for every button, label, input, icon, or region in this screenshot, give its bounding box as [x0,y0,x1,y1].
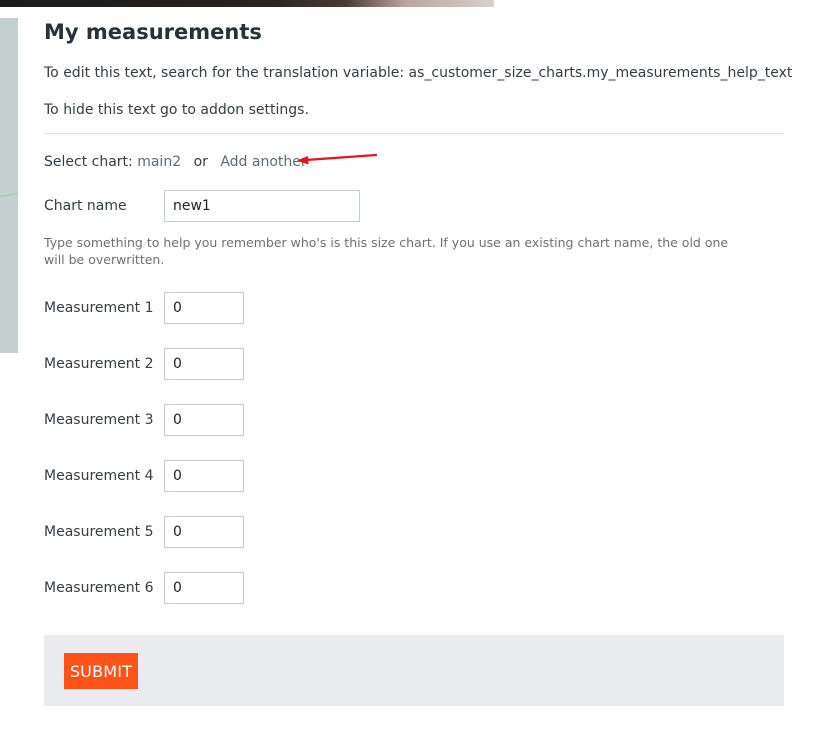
chart-name-hint: Type something to help you remember who'… [44,235,729,267]
submit-bar: SUBMIT [44,635,784,706]
measurement-5-label: Measurement 5 [44,524,154,540]
measurement-2-input[interactable] [164,348,244,380]
measurement-row-1: Measurement 1 [44,292,344,324]
chart-select-row: Select chart: main2 or Add another [44,154,307,170]
measurement-5-input[interactable] [164,516,244,548]
chart-name-input[interactable] [164,190,360,222]
measurement-6-label: Measurement 6 [44,580,154,596]
left-panel-line [0,192,18,197]
measurement-6-input[interactable] [164,572,244,604]
measurement-3-label: Measurement 3 [44,412,154,428]
select-chart-label: Select chart: [44,154,133,170]
add-another-link[interactable]: Add another [220,154,306,170]
measurement-4-label: Measurement 4 [44,468,154,484]
measurement-row-6: Measurement 6 [44,572,344,604]
divider [44,133,784,134]
submit-button[interactable]: SUBMIT [64,653,138,689]
top-banner-image [0,0,494,7]
measurement-1-input[interactable] [164,292,244,324]
left-side-image [0,18,18,353]
chart-name-label: Chart name [44,198,127,214]
measurement-4-input[interactable] [164,460,244,492]
measurement-row-5: Measurement 5 [44,516,344,548]
measurement-1-label: Measurement 1 [44,300,154,316]
help-text-translation: To edit this text, search for the transl… [44,65,793,81]
measurement-2-label: Measurement 2 [44,356,154,372]
measurement-row-3: Measurement 3 [44,404,344,436]
or-separator: or [193,154,208,170]
measurement-3-input[interactable] [164,404,244,436]
chart-link-current[interactable]: main2 [137,154,181,170]
page-title: My measurements [44,20,262,44]
measurement-row-4: Measurement 4 [44,460,344,492]
measurement-row-2: Measurement 2 [44,348,344,380]
annotation-arrow-icon [297,153,378,165]
help-text-hide: To hide this text go to addon settings. [44,102,309,118]
